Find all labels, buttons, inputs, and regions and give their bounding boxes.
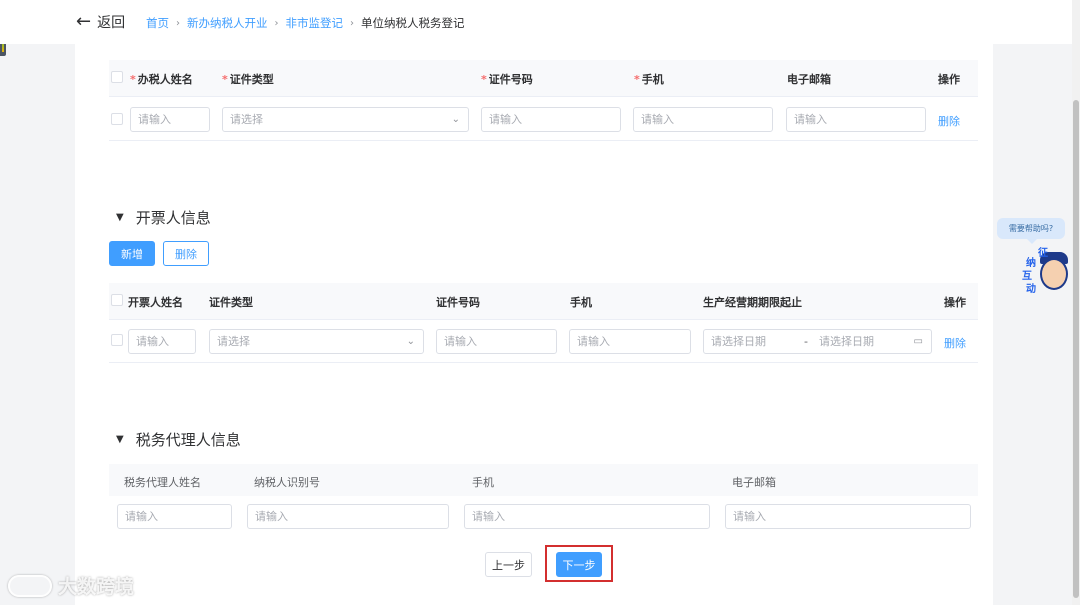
mascot-char: 征 [1038,248,1048,259]
divider [109,319,978,320]
back-button[interactable]: ← 返回 [76,12,125,32]
caret-down-icon: ▼ [116,212,124,223]
handler-col-email: 电子邮箱 [787,73,831,86]
handler-phone-input[interactable]: 请输入 [633,107,773,132]
handler-col-idno: * 证件号码 [481,73,533,86]
handler-name-input[interactable]: 请输入 [130,107,210,132]
divider [109,362,978,363]
help-mascot[interactable]: 征 纳 互 动 [1020,246,1070,296]
issuer-col-idtype: 证件类型 [209,296,253,309]
chevron-right-icon: › [350,17,354,29]
breadcrumb-home[interactable]: 首页 [146,15,169,31]
period-start-placeholder: 请选择日期 [711,335,766,348]
mascot-face [1040,258,1068,290]
handler-delete-link[interactable]: 删除 [938,113,960,129]
issuer-col-phone: 手机 [570,296,592,309]
issuer-select-all-checkbox[interactable] [111,294,123,306]
handler-email-input[interactable]: 请输入 [786,107,926,132]
chevron-down-icon: ⌄ [406,336,415,347]
calendar-icon: ▭ [913,336,923,347]
agent-name-input[interactable]: 请输入 [117,504,232,529]
help-bubble[interactable]: 需要帮助吗? [997,218,1065,244]
agent-col-email: 电子邮箱 [732,476,776,489]
delete-issuer-button[interactable]: 删除 [163,241,209,266]
issuer-row-checkbox[interactable] [111,334,123,346]
issuer-idno-input[interactable]: 请输入 [436,329,557,354]
handler-idno-input[interactable]: 请输入 [481,107,621,132]
agent-email-input[interactable]: 请输入 [725,504,971,529]
issuer-col-idno: 证件号码 [436,296,480,309]
issuer-name-input[interactable]: 请输入 [128,329,196,354]
chevron-down-icon: ⌄ [451,114,460,125]
next-step-button[interactable]: 下一步 [556,552,602,577]
top-bar: ← 返回 首页 › 新办纳税人开业 › 非市监登记 › 单位纳税人税务登记 [0,0,1072,44]
watermark: 大数跨境 [8,572,134,599]
breadcrumb-current: 单位纳税人税务登记 [361,16,465,30]
issuer-period-range-picker[interactable]: 请选择日期 - 请选择日期 ▭ [703,329,932,354]
agent-taxid-input[interactable]: 请输入 [247,504,449,529]
breadcrumb-non-market-registration[interactable]: 非市监登记 [286,15,344,31]
issuer-idtype-select[interactable]: 请选择 ⌄ [209,329,424,354]
scrollbar-thumb[interactable] [1073,100,1079,598]
issuer-section-header[interactable]: ▼ 开票人信息 [116,207,211,228]
issuer-section-title: 开票人信息 [135,209,211,227]
agent-table-header [109,464,978,496]
agent-col-taxid: 纳税人识别号 [254,476,320,489]
handler-col-phone: * 手机 [634,73,664,86]
chevron-right-icon: › [274,17,279,29]
agent-section-title: 税务代理人信息 [135,431,241,449]
divider [109,96,978,97]
handler-idtype-placeholder: 请选择 [230,113,263,126]
period-end-placeholder: 请选择日期 [819,335,874,348]
agent-section-header[interactable]: ▼ 税务代理人信息 [116,429,241,450]
issuer-col-name: 开票人姓名 [128,296,183,309]
watermark-text: 大数跨境 [58,576,135,598]
handler-row-checkbox[interactable] [111,113,123,125]
back-label: 返回 [97,15,126,31]
period-range-separator: - [804,335,808,348]
handler-idtype-select[interactable]: 请选择 ⌄ [222,107,469,132]
handler-col-name: * 办税人姓名 [130,73,193,86]
previous-step-button[interactable]: 上一步 [485,552,532,577]
issuer-delete-link[interactable]: 删除 [944,335,966,351]
breadcrumb: 首页 › 新办纳税人开业 › 非市监登记 › 单位纳税人税务登记 [146,15,465,31]
watermark-logo [8,574,52,597]
mascot-char: 动 [1026,284,1036,295]
breadcrumb-new-taxpayer[interactable]: 新办纳税人开业 [187,15,268,31]
chevron-right-icon: › [176,17,180,29]
issuer-phone-input[interactable]: 请输入 [569,329,691,354]
issuer-col-period: 生产经营期期限起止 [703,296,802,309]
handler-col-actions: 操作 [938,73,960,86]
caret-down-icon: ▼ [116,434,124,445]
agent-phone-input[interactable]: 请输入 [464,504,710,529]
issuer-col-actions: 操作 [944,296,966,309]
handler-col-idtype: * 证件类型 [222,73,274,86]
issuer-idtype-placeholder: 请选择 [217,335,250,348]
arrow-left-icon: ← [76,11,92,32]
handler-select-all-checkbox[interactable] [111,71,123,83]
agent-col-phone: 手机 [472,476,494,489]
divider [109,140,978,141]
vertical-scrollbar[interactable] [1072,0,1080,605]
add-issuer-button[interactable]: 新增 [109,241,155,266]
agent-col-name: 税务代理人姓名 [124,476,201,489]
